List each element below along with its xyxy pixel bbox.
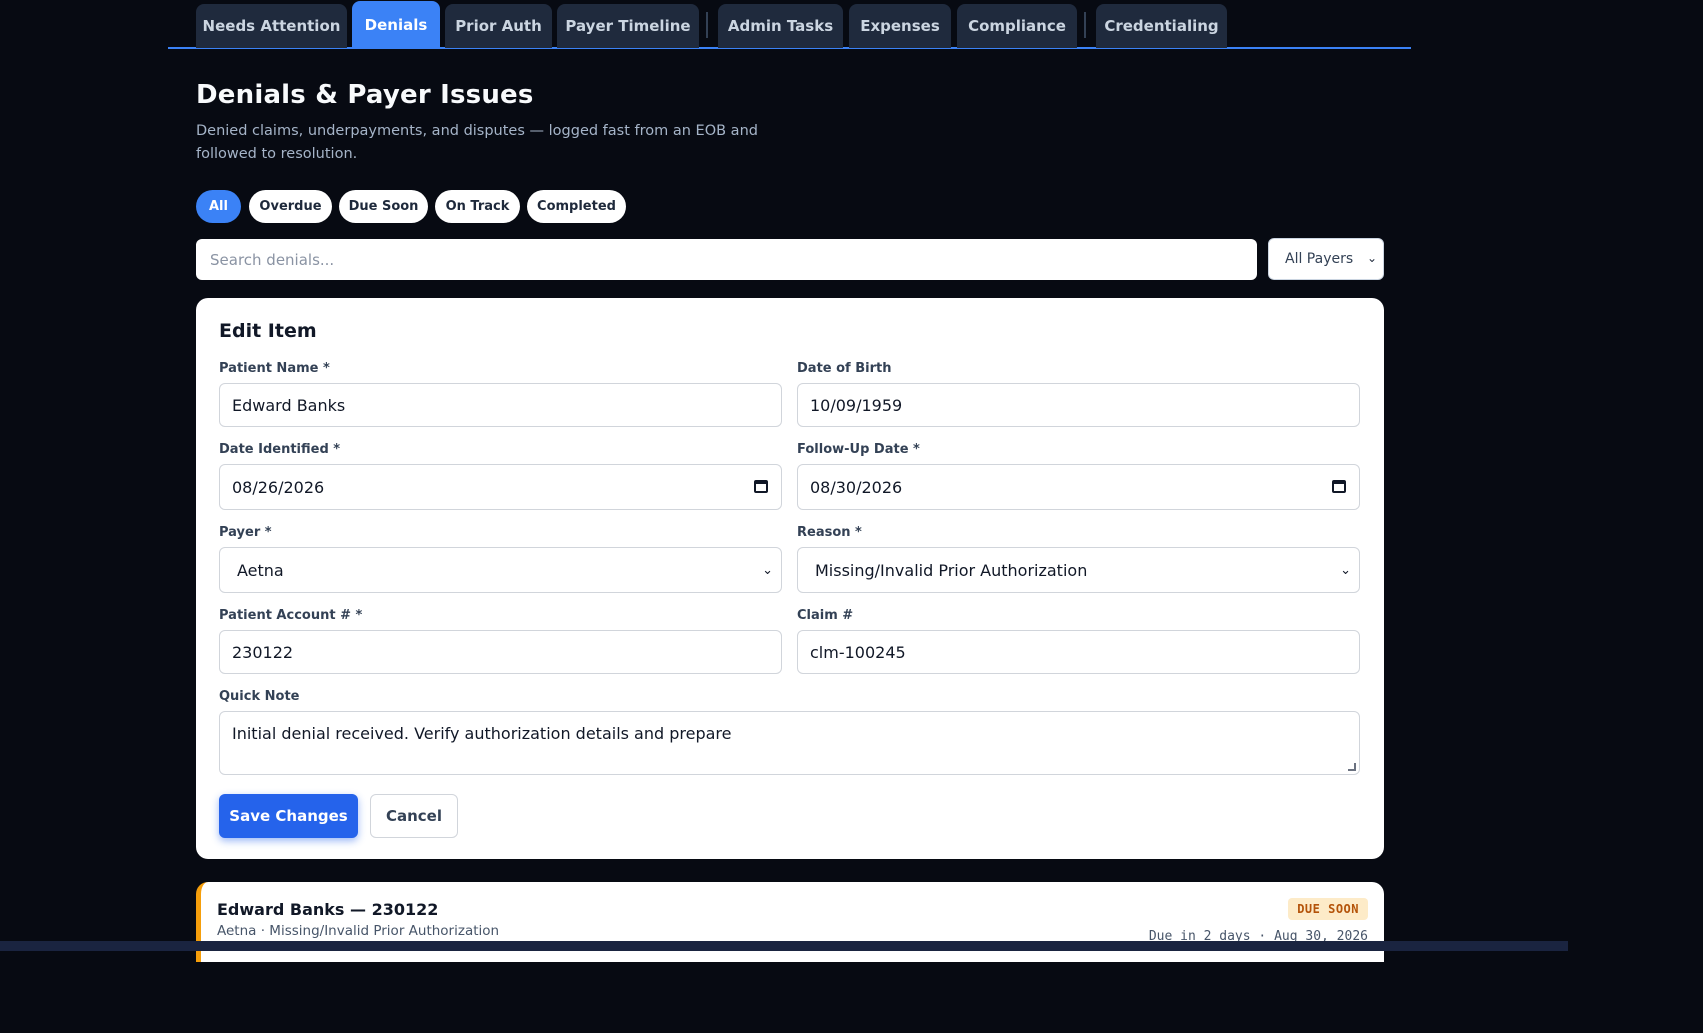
dob-value: 10/09/1959 xyxy=(810,395,903,415)
account-value: 230122 xyxy=(232,642,294,662)
filter-overdue[interactable]: Overdue xyxy=(249,190,332,223)
filter-due-soon[interactable]: Due Soon xyxy=(339,190,428,223)
status-badge: DUE SOON xyxy=(1288,898,1368,920)
item-title: Edward Banks — 230122 xyxy=(217,900,439,919)
tab-prior-auth[interactable]: Prior Auth xyxy=(445,4,552,48)
tab-admin-tasks[interactable]: Admin Tasks xyxy=(718,4,843,48)
tab-expenses[interactable]: Expenses xyxy=(849,4,951,48)
patient-name-value: Edward Banks xyxy=(232,395,346,415)
tab-divider xyxy=(706,12,708,38)
tab-credentialing[interactable]: Credentialing xyxy=(1096,4,1227,48)
filter-on-track[interactable]: On Track xyxy=(435,190,520,223)
tab-payer-timeline[interactable]: Payer Timeline xyxy=(557,4,699,48)
reason-label: Reason * xyxy=(797,525,862,540)
reason-value: Missing/Invalid Prior Authorization xyxy=(815,560,1088,580)
reason-select[interactable]: Missing/Invalid Prior Authorization ⌄ xyxy=(797,547,1360,593)
date-identified-input[interactable]: 08/26/2026 xyxy=(219,464,782,510)
dob-input[interactable]: 10/09/1959 xyxy=(797,383,1360,427)
filter-all[interactable]: All xyxy=(196,190,241,223)
save-button[interactable]: Save Changes xyxy=(219,794,358,838)
edit-item-form: Edit Item Patient Name * Edward Banks Da… xyxy=(196,298,1384,859)
form-title: Edit Item xyxy=(219,320,317,342)
bottom-bar xyxy=(0,941,1568,951)
tab-needs-attention[interactable]: Needs Attention xyxy=(196,4,347,48)
tab-bar: Needs Attention Denials Prior Auth Payer… xyxy=(168,0,1411,49)
follow-up-label: Follow-Up Date * xyxy=(797,442,920,457)
cancel-button[interactable]: Cancel xyxy=(370,794,458,838)
calendar-icon[interactable] xyxy=(1332,480,1346,493)
payer-filter-select[interactable]: All Payers ⌄ xyxy=(1268,238,1384,280)
chevron-down-icon: ⌄ xyxy=(1340,562,1351,578)
follow-up-value: 08/30/2026 xyxy=(810,477,903,497)
payer-label: Payer * xyxy=(219,525,272,540)
payer-value: Aetna xyxy=(237,560,284,580)
account-input[interactable]: 230122 xyxy=(219,630,782,674)
search-input[interactable] xyxy=(196,239,1257,280)
page-subtitle: Denied claims, underpayments, and disput… xyxy=(196,123,758,162)
date-identified-label: Date Identified * xyxy=(219,442,341,457)
resize-handle-icon[interactable] xyxy=(1348,763,1356,771)
item-subtitle: Aetna · Missing/Invalid Prior Authorizat… xyxy=(217,923,500,939)
dob-label: Date of Birth xyxy=(797,361,892,376)
claim-input[interactable]: clm-100245 xyxy=(797,630,1360,674)
tab-denials[interactable]: Denials xyxy=(352,1,440,48)
follow-up-input[interactable]: 08/30/2026 xyxy=(797,464,1360,510)
patient-name-input[interactable]: Edward Banks xyxy=(219,383,782,427)
page-title: Denials & Payer Issues xyxy=(196,80,534,110)
patient-name-label: Patient Name * xyxy=(219,361,330,376)
chevron-down-icon: ⌄ xyxy=(762,562,773,578)
payer-filter-value: All Payers xyxy=(1285,251,1354,267)
filter-completed[interactable]: Completed xyxy=(527,190,626,223)
date-identified-value: 08/26/2026 xyxy=(232,477,325,497)
quick-note-textarea[interactable]: Initial denial received. Verify authoriz… xyxy=(219,711,1360,775)
tab-compliance[interactable]: Compliance xyxy=(957,4,1077,48)
account-label: Patient Account # * xyxy=(219,608,363,623)
quick-note-label: Quick Note xyxy=(219,689,300,704)
payer-select[interactable]: Aetna ⌄ xyxy=(219,547,782,593)
chevron-down-icon: ⌄ xyxy=(1366,251,1377,265)
claim-label: Claim # xyxy=(797,608,854,623)
claim-value: clm-100245 xyxy=(810,642,906,662)
tab-divider xyxy=(1084,12,1086,38)
quick-note-value: Initial denial received. Verify authoriz… xyxy=(232,724,732,743)
calendar-icon[interactable] xyxy=(754,480,768,493)
